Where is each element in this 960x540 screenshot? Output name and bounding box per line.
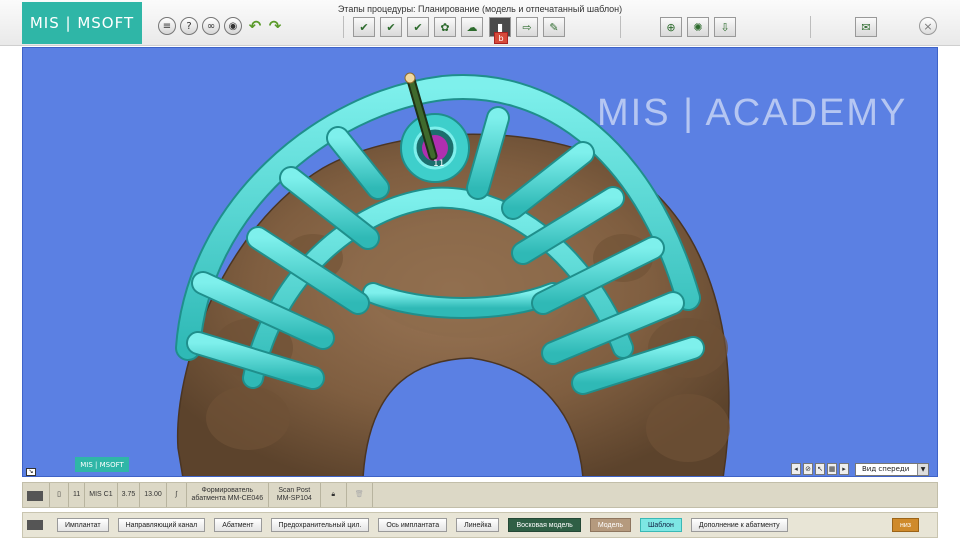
object-visibility-bar: Имплантат Направляющий канал Абатмент Пр… [22,512,938,538]
check-step-1-icon[interactable]: ✔ [353,17,375,37]
implant-info-bar: ▯ 11 MIS C1 3.75 13.00 ∫ Формирователь а… [22,482,938,508]
undo-icon[interactable]: ↶ [246,17,264,35]
toggle-guide-channel-button[interactable]: Направляющий канал [117,518,206,532]
grid-icon[interactable]: ▦ [827,463,837,475]
tools-step-icon[interactable]: ✎ [543,17,565,37]
collapse-toggle[interactable] [27,491,43,501]
step-badge[interactable]: b [494,32,508,44]
trash-icon[interactable]: 🗑︎ [347,483,373,507]
redo-icon[interactable]: ↷ [266,17,284,35]
toggle-template-button[interactable]: Шаблон [639,518,682,532]
check-step-3-icon[interactable]: ✔ [407,17,429,37]
academy-watermark: MIS | ACADEMY [597,92,908,134]
close-button[interactable]: × [919,17,937,35]
view-select[interactable]: Вид спереди ▼ [855,462,929,476]
toggle-ruler-button[interactable]: Линейка [456,518,500,532]
toggle-model-button[interactable]: Модель [589,518,631,532]
view-icon-2[interactable]: ✺ [687,17,709,37]
toggle-safety-cylinder-button[interactable]: Предохранительный цил. [270,518,370,532]
cursor-icon[interactable]: ↖ [815,463,825,475]
implant-system[interactable]: MIS C1 [85,483,118,507]
toggle-abutment-addon-button[interactable]: Дополнение к абатменту [690,518,788,532]
implant-icon[interactable]: ▯ [49,483,69,507]
3d-viewport[interactable]: 11 MIS | ACADEMY MIS | MSOFT ↘ ◂ ⊘ ↖ ▦ ▸… [22,47,938,477]
app-logo: MIS | MSOFT [22,2,142,44]
lock-icon[interactable]: 🔒︎ [321,483,347,507]
toolbar-divider [620,16,621,38]
prev-view-icon[interactable]: ◂ [791,463,801,475]
model-step-icon[interactable]: ☁ [461,17,483,37]
view-icon-1[interactable]: ⊕ [660,17,682,37]
glasses-icon[interactable]: ∞ [202,17,220,35]
check-step-2-icon[interactable]: ✔ [380,17,402,37]
tooth-step-icon[interactable]: ✿ [434,17,456,37]
top-toolbar: MIS | MSOFT ≡ ? ∞ ◉ ↶ ↷ Этапы процедуры:… [0,0,960,46]
list-icon[interactable]: ≡ [158,17,176,35]
axis-icon[interactable]: ↘ [26,468,36,476]
abutment-icon[interactable]: ∫ [167,483,187,507]
app-window: MIS | MSOFT ≡ ? ∞ ◉ ↶ ↷ Этапы процедуры:… [0,0,960,540]
step-title: Этапы процедуры: Планирование (модель и … [337,4,623,14]
mail-icon[interactable]: ✉ [855,17,877,37]
scan-post-name[interactable]: Scan Post MM-SP104 [269,483,321,507]
viewport-logo: MIS | MSOFT [75,457,129,472]
toolbar-divider [810,16,811,38]
view-select-value: Вид спереди [862,465,910,473]
camera-icon[interactable]: ◉ [224,17,242,35]
next-view-icon[interactable]: ▸ [839,463,849,475]
toolbar-divider [343,16,344,38]
export-step-icon[interactable]: ⇨ [516,17,538,37]
abutment-name[interactable]: Формирователь абатмента MM-CE046 [187,483,269,507]
chevron-down-icon[interactable]: ▼ [917,463,928,475]
toggle-bottom-button[interactable]: низ [892,518,919,532]
implant-number[interactable]: 11 [69,483,86,507]
toggle-abutment-button[interactable]: Абатмент [214,518,262,532]
toggle-wax-model-button[interactable]: Восковая модель [508,518,581,532]
implant-length[interactable]: 13.00 [140,483,167,507]
collapse-toggle[interactable] [27,520,43,530]
implant-position-label: 11 [433,159,444,169]
reset-view-icon[interactable]: ⊘ [803,463,813,475]
toggle-implant-button[interactable]: Имплантат [57,518,109,532]
help-icon[interactable]: ? [180,17,198,35]
view-controls: ◂ ⊘ ↖ ▦ ▸ Вид спереди ▼ [791,462,929,476]
view-icon-3[interactable]: ⇩ [714,17,736,37]
implant-diameter[interactable]: 3.75 [118,483,141,507]
toggle-implant-axis-button[interactable]: Ось имплантата [378,518,448,532]
